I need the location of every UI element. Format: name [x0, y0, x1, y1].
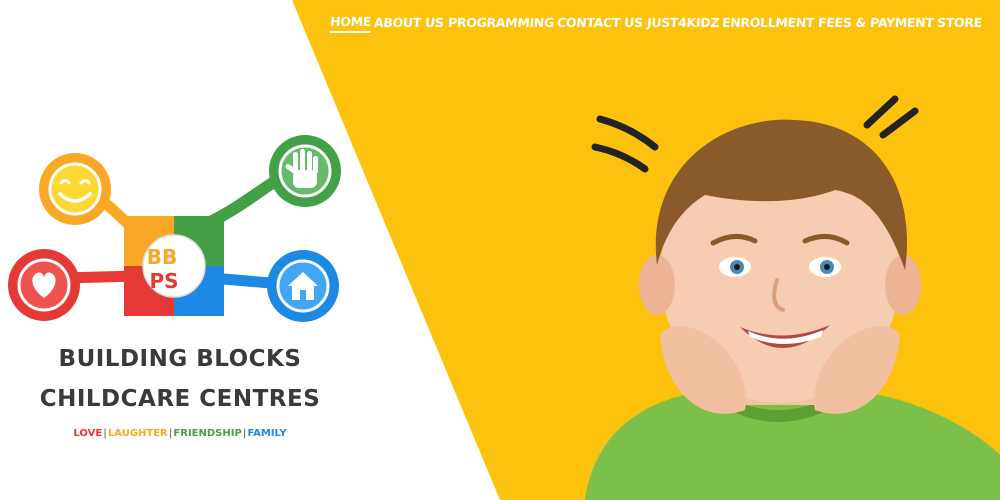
nav-about-us[interactable]: ABOUT US: [374, 15, 445, 32]
svg-text:BB: BB: [147, 245, 178, 269]
tagline-laughter: LAUGHTER: [107, 428, 168, 439]
hand-icon: [269, 135, 341, 207]
nav-fees-payment[interactable]: FEES & PAYMENT: [817, 15, 934, 32]
smiley-icon: [39, 153, 111, 225]
nav-just4kidz[interactable]: JUST4KIDZ: [646, 15, 719, 32]
nav-home[interactable]: HOME: [329, 13, 372, 33]
brand-tagline: LOVE|LAUGHTER|FRIENDSHIP|FAMILY: [0, 428, 360, 439]
brand-title-line1: BUILDING BLOCKS: [58, 346, 302, 372]
tagline-friendship: FRIENDSHIP: [173, 428, 242, 439]
svg-text:PS: PS: [149, 269, 178, 293]
nav-store[interactable]: STORE: [936, 15, 983, 32]
brand-logo-graphic[interactable]: BB PS: [0, 128, 360, 338]
page: HOME ABOUT US PROGRAMMING CONTACT US JUS…: [0, 0, 1000, 500]
bbps-monogram: BB PS: [147, 245, 179, 293]
brand-title-line2: CHILDCARE CENTRES: [39, 386, 321, 412]
tagline-love: LOVE: [73, 428, 103, 439]
tagline-family: FAMILY: [247, 428, 287, 439]
main-navigation: HOME ABOUT US PROGRAMMING CONTACT US JUS…: [329, 11, 983, 35]
hero-boy-illustration: [585, 95, 1000, 500]
nav-enrollment[interactable]: ENROLLMENT: [722, 15, 815, 32]
green-shirt: [585, 390, 1000, 500]
heart-icon: [8, 249, 80, 321]
nav-programming[interactable]: PROGRAMMING: [447, 15, 554, 32]
nav-contact-us[interactable]: CONTACT US: [557, 15, 644, 32]
house-icon: [267, 250, 339, 322]
